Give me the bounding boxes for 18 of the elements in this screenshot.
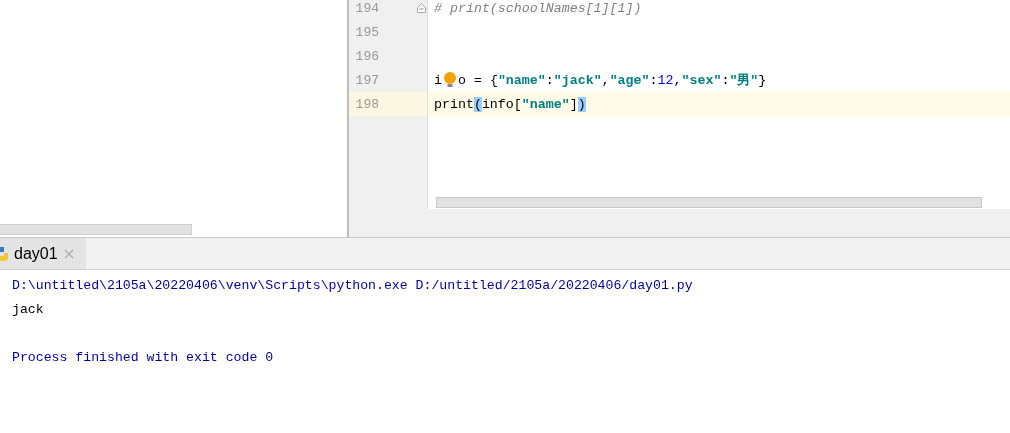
code-line: print(info["name"]) — [434, 96, 586, 112]
code-line: i — [434, 72, 442, 88]
line-number: 198 — [354, 96, 379, 112]
console-output-line: jack — [12, 302, 44, 317]
line-number: 194 — [354, 0, 379, 16]
scrollbar[interactable] — [436, 197, 982, 208]
console-output-line: Process finished with exit code 0 — [12, 350, 274, 365]
scrollbar[interactable] — [0, 224, 192, 235]
run-tab[interactable]: day01 — [0, 238, 86, 269]
code-comment: # print(schoolNames[1][1]) — [434, 0, 642, 16]
line-number: 197 — [354, 72, 379, 88]
line-number: 196 — [354, 48, 379, 64]
line-number: 195 — [354, 24, 379, 40]
fold-icon[interactable] — [417, 3, 426, 13]
console-output-line: D:\untitled\2105a\20220406\venv\Scripts\python.exe D:/untitled/2105a/20220406/day01.py — [12, 278, 693, 293]
close-icon[interactable] — [63, 248, 74, 259]
code-line: o = {"name":"jack","age":12,"sex":"男"} — [458, 72, 767, 89]
lightbulb-icon[interactable] — [443, 72, 457, 88]
